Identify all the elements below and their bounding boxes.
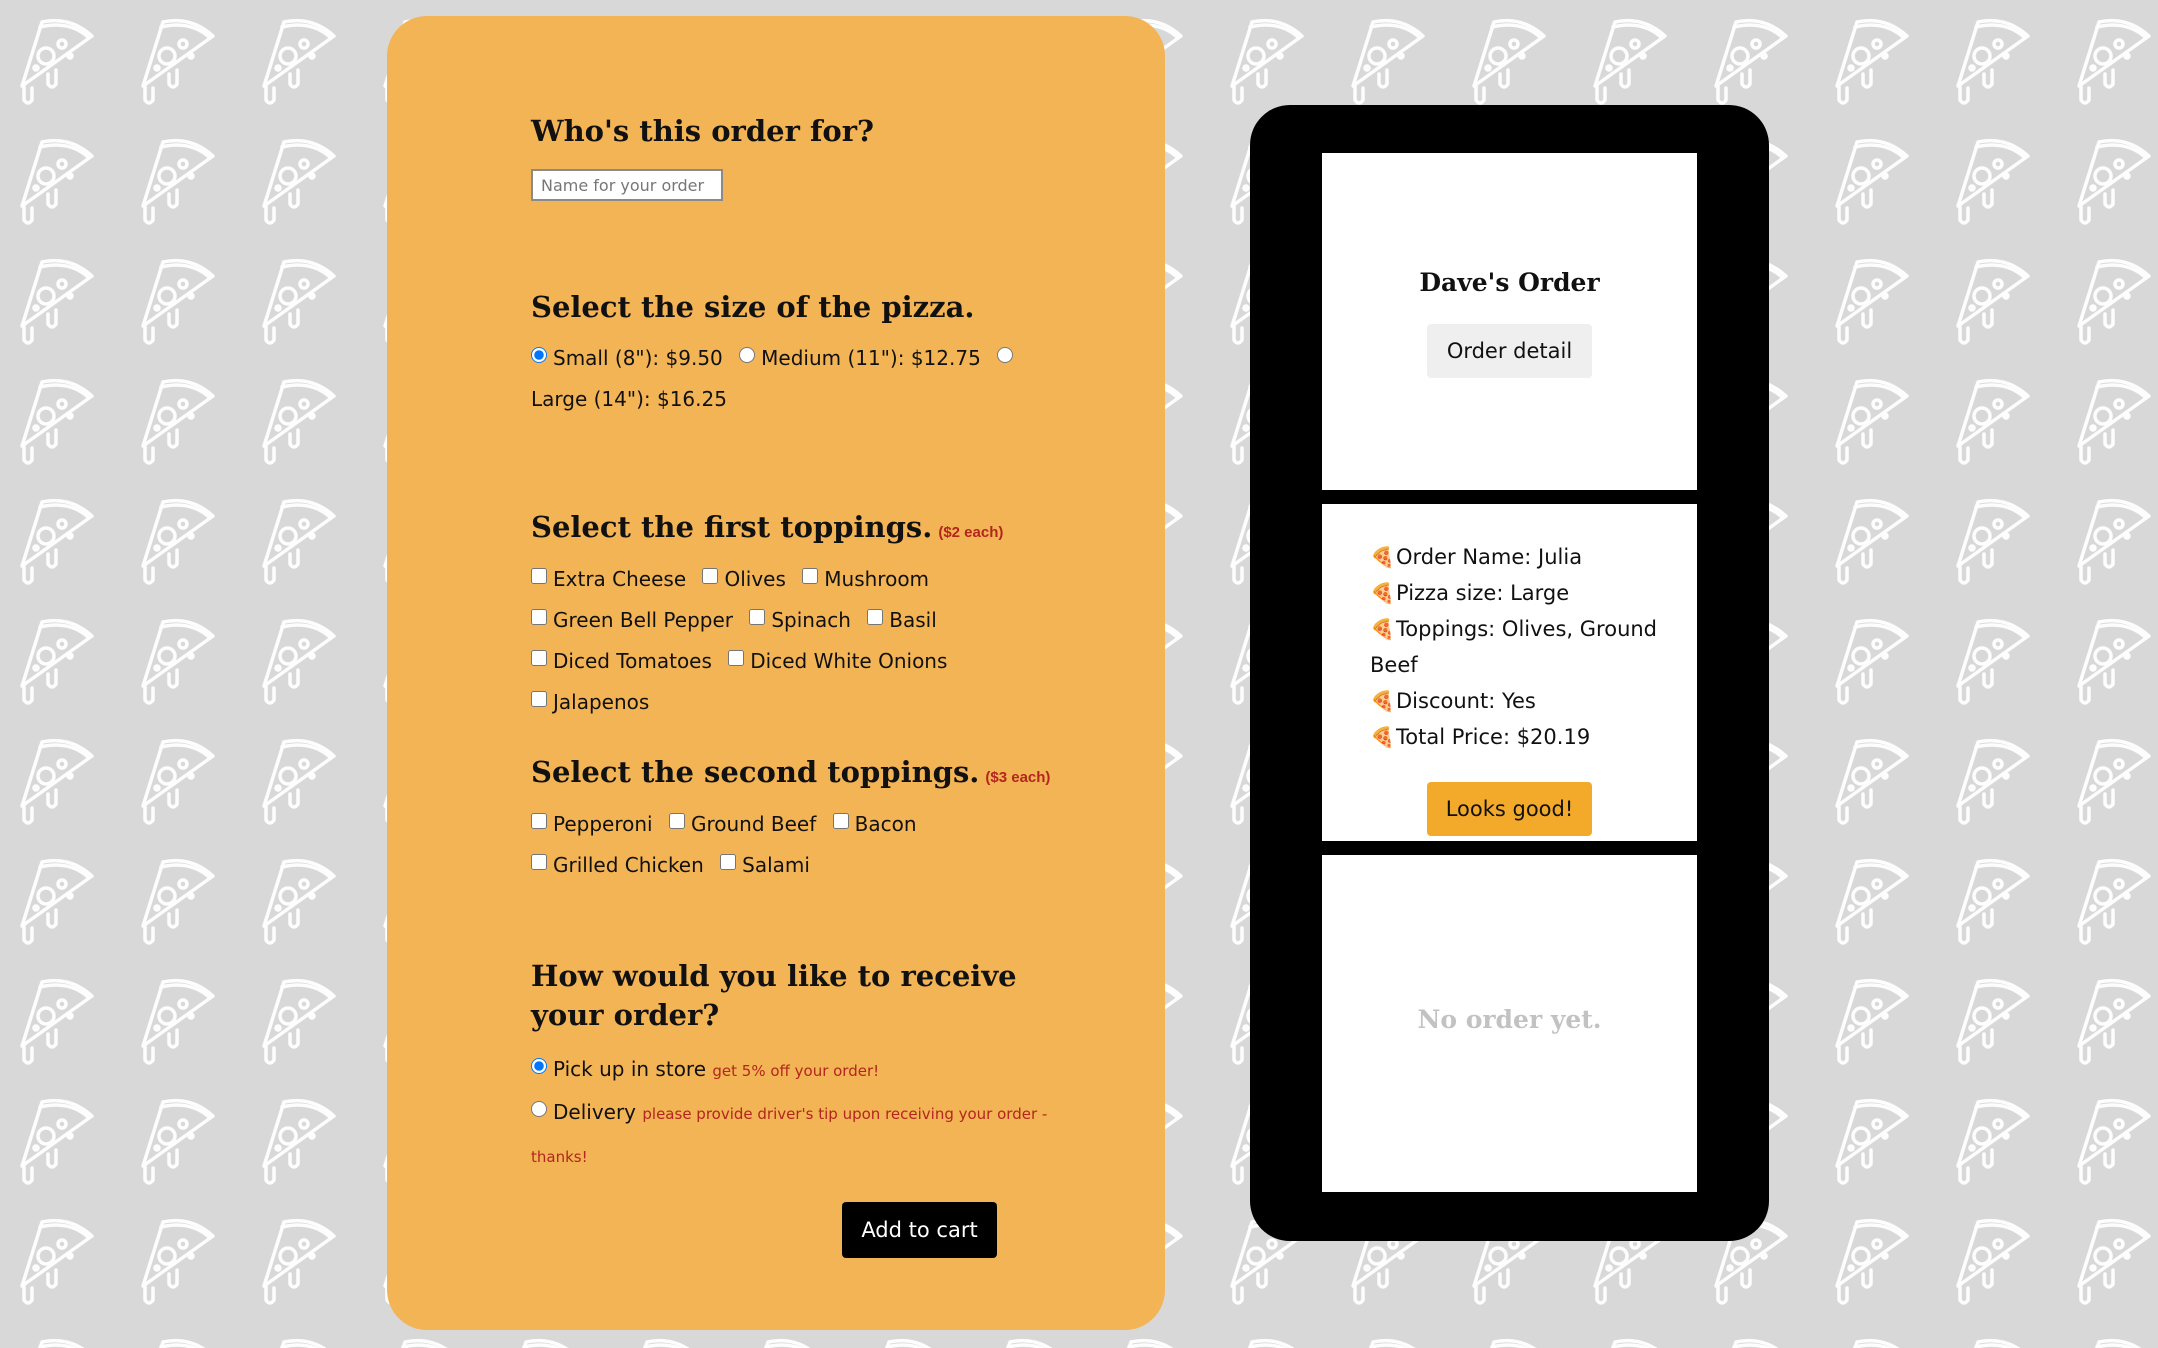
topping-diced-tomatoes[interactable]: Diced Tomatoes <box>531 649 722 673</box>
no-order-message: No order yet. <box>1417 1005 1602 1034</box>
topping-basil[interactable]: Basil <box>867 608 947 632</box>
topping-extra-cheese-checkbox[interactable] <box>531 568 547 584</box>
topping-salami[interactable]: Salami <box>720 853 820 877</box>
size-medium-label: Medium (11"): $12.75 <box>761 346 981 370</box>
topping-label: Pepperoni <box>553 812 653 836</box>
topping-bacon[interactable]: Bacon <box>832 812 927 836</box>
topping-label: Salami <box>742 853 810 877</box>
topping-label: Extra Cheese <box>553 567 687 591</box>
pizza-icon: 🍕 <box>1370 725 1395 749</box>
order-name-input[interactable] <box>531 169 723 201</box>
first-toppings-options: Extra Cheese Olives Mushroom Green Bell … <box>531 559 1051 723</box>
add-to-cart-button[interactable]: Add to cart <box>842 1202 997 1258</box>
topping-label: Olives <box>724 567 786 591</box>
topping-olives[interactable]: Olives <box>702 567 795 591</box>
topping-pepperoni[interactable]: Pepperoni <box>531 812 663 836</box>
topping-green-bell-pepper-checkbox[interactable] <box>531 609 547 625</box>
pizza-icon: 🍕 <box>1370 617 1395 641</box>
delivery-option-delivery[interactable]: Delivery please provide driver's tip upo… <box>531 1092 1051 1178</box>
topping-basil-checkbox[interactable] <box>867 609 884 625</box>
order-detail-button[interactable]: Order detail <box>1427 324 1592 378</box>
detail-text: Discount: Yes <box>1396 689 1536 713</box>
looks-good-button[interactable]: Looks good! <box>1427 782 1592 836</box>
topping-label: Jalapenos <box>553 690 650 714</box>
detail-item-discount: 🍕Discount: Yes <box>1370 683 1670 719</box>
detail-item-size: 🍕Pizza size: Large <box>1370 575 1670 611</box>
order-title: Dave's Order <box>1419 268 1600 297</box>
delivery-option-pickup[interactable]: Pick up in store get 5% off your order! <box>531 1049 1051 1092</box>
topping-label: Green Bell Pepper <box>553 608 733 632</box>
topping-grilled-chicken[interactable]: Grilled Chicken <box>531 853 714 877</box>
second-toppings-title-text: Select the second toppings. <box>531 755 980 789</box>
size-option-medium[interactable]: Medium (11"): $12.75 <box>739 346 991 370</box>
pickup-discount-note: get 5% off your order! <box>712 1062 880 1080</box>
topping-mushroom[interactable]: Mushroom <box>802 567 939 591</box>
topping-bacon-checkbox[interactable] <box>832 813 849 829</box>
detail-text: Pizza size: Large <box>1396 581 1570 605</box>
pickup-radio[interactable] <box>531 1058 547 1074</box>
topping-diced-white-onions[interactable]: Diced White Onions <box>728 649 957 673</box>
second-toppings-title: Select the second toppings. ($3 each) <box>531 753 1091 797</box>
order-detail-list: 🍕Order Name: Julia 🍕Pizza size: Large 🍕T… <box>1370 539 1670 755</box>
topping-mushroom-checkbox[interactable] <box>802 568 819 584</box>
size-small-radio[interactable] <box>531 347 547 363</box>
first-toppings-title: Select the first toppings. ($2 each) <box>531 508 1091 552</box>
topping-label: Diced White Onions <box>750 649 948 673</box>
topping-spinach[interactable]: Spinach <box>749 608 861 632</box>
topping-extra-cheese[interactable]: Extra Cheese <box>531 567 696 591</box>
topping-label: Diced Tomatoes <box>553 649 712 673</box>
size-option-small[interactable]: Small (8"): $9.50 <box>531 346 733 370</box>
detail-item-total: 🍕Total Price: $20.19 <box>1370 719 1670 755</box>
first-toppings-title-text: Select the first toppings. <box>531 510 933 544</box>
order-form-card: Who's this order for? Select the size of… <box>387 16 1165 1330</box>
order-detail-panel: 🍕Order Name: Julia 🍕Pizza size: Large 🍕T… <box>1322 504 1697 841</box>
topping-ground-beef-checkbox[interactable] <box>668 813 685 829</box>
topping-jalapenos-checkbox[interactable] <box>531 691 547 707</box>
phone-preview-frame: Dave's Order Order detail 🍕Order Name: J… <box>1250 105 1769 1241</box>
name-section-title: Who's this order for? <box>531 114 875 148</box>
second-toppings-options: Pepperoni Ground Beef Bacon Grilled Chic… <box>531 804 1051 886</box>
delivery-label: Delivery <box>553 1100 637 1124</box>
size-section-title: Select the size of the pizza. <box>531 290 975 324</box>
topping-label: Bacon <box>854 812 917 836</box>
delivery-options: Pick up in store get 5% off your order! … <box>531 1049 1051 1178</box>
pizza-icon: 🍕 <box>1370 581 1395 605</box>
empty-order-panel: No order yet. <box>1322 855 1697 1192</box>
topping-spinach-checkbox[interactable] <box>749 609 766 625</box>
topping-olives-checkbox[interactable] <box>702 568 719 584</box>
topping-diced-tomatoes-checkbox[interactable] <box>531 650 547 666</box>
topping-grilled-chicken-checkbox[interactable] <box>531 854 547 870</box>
topping-label: Mushroom <box>824 567 930 591</box>
topping-label: Spinach <box>771 608 851 632</box>
size-large-radio[interactable] <box>997 347 1014 363</box>
order-card-panel: Dave's Order Order detail <box>1322 153 1697 490</box>
pizza-icon: 🍕 <box>1370 689 1395 713</box>
size-medium-radio[interactable] <box>739 347 756 363</box>
detail-text: Total Price: $20.19 <box>1396 725 1591 749</box>
delivery-radio[interactable] <box>531 1101 547 1117</box>
detail-text: Toppings: Olives, Ground Beef <box>1370 617 1658 677</box>
topping-jalapenos[interactable]: Jalapenos <box>531 690 659 714</box>
second-toppings-price-note: ($3 each) <box>985 769 1051 786</box>
topping-ground-beef[interactable]: Ground Beef <box>668 812 826 836</box>
topping-label: Basil <box>889 608 937 632</box>
first-toppings-price-note: ($2 each) <box>938 524 1004 541</box>
delivery-section-title: How would you like to receive your order… <box>531 959 1017 1032</box>
topping-green-bell-pepper[interactable]: Green Bell Pepper <box>531 608 743 632</box>
size-large-label: Large (14"): $16.25 <box>531 387 727 411</box>
topping-pepperoni-checkbox[interactable] <box>531 813 547 829</box>
size-options: Small (8"): $9.50 Medium (11"): $12.75 L… <box>531 338 1031 420</box>
pizza-icon: 🍕 <box>1370 545 1395 569</box>
pickup-label: Pick up in store <box>553 1057 707 1081</box>
detail-item-toppings: 🍕Toppings: Olives, Ground Beef <box>1370 611 1670 683</box>
size-small-label: Small (8"): $9.50 <box>553 346 723 370</box>
topping-diced-white-onions-checkbox[interactable] <box>728 650 745 666</box>
topping-label: Ground Beef <box>690 812 817 836</box>
topping-salami-checkbox[interactable] <box>720 854 737 870</box>
topping-label: Grilled Chicken <box>553 853 704 877</box>
detail-item-name: 🍕Order Name: Julia <box>1370 539 1670 575</box>
detail-text: Order Name: Julia <box>1396 545 1583 569</box>
